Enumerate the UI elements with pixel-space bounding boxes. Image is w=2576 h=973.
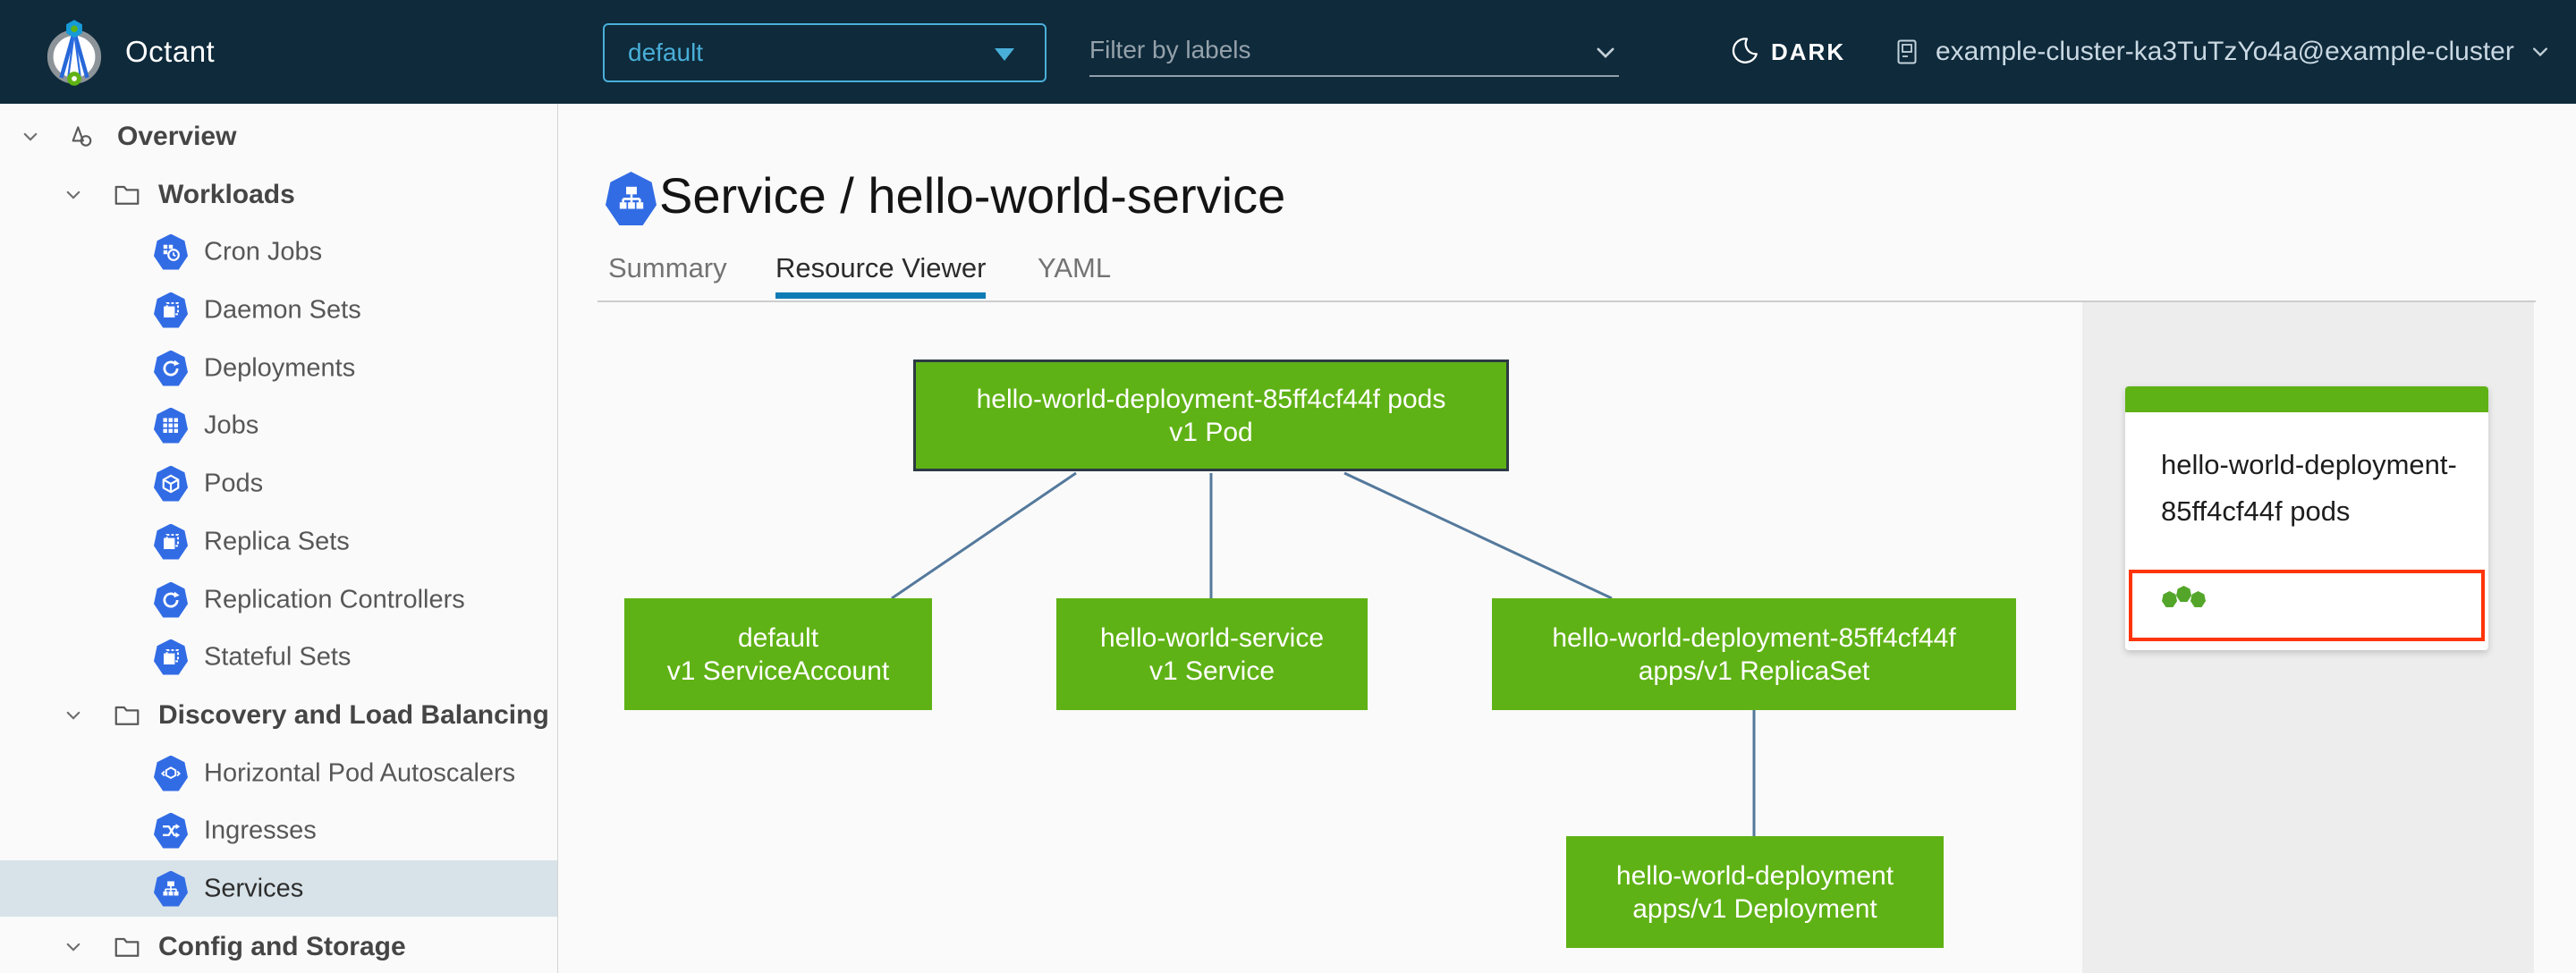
octant-app: Octant default DARK example-cluster-ka3T… [0, 0, 2576, 973]
sidebar-item-label: Config and Storage [158, 931, 406, 961]
node-name: hello-world-deployment-85ff4cf44f [1552, 622, 1956, 653]
daemon-sets-icon [154, 292, 188, 328]
label-filter [1089, 27, 1619, 77]
sidebar-item-deployments[interactable]: Deployments [0, 340, 557, 396]
filter-chevron-down-icon[interactable] [1594, 41, 1617, 64]
namespace-caret-icon [995, 48, 1014, 61]
sidebar-item-pods[interactable]: Pods [0, 455, 557, 512]
pod-summary-card[interactable]: hello-world-deployment-85ff4cf44f pods [2125, 386, 2488, 650]
graph-node-serviceaccount[interactable]: default v1 ServiceAccount [624, 598, 932, 710]
hpa-icon [154, 755, 188, 791]
node-kind: v1 Service [1148, 656, 1275, 686]
cluster-icon [1891, 36, 1923, 68]
sidebar-item-label: Workloads [158, 179, 295, 209]
cron-jobs-icon [154, 233, 188, 270]
app-header: Octant default DARK example-cluster-ka3T… [0, 0, 2576, 104]
pod-status-highlight-box [2129, 570, 2485, 641]
node-kind: v1 ServiceAccount [666, 656, 890, 686]
sidebar-item-ingresses[interactable]: Ingresses [0, 802, 557, 859]
namespace-select-value: default [628, 38, 704, 66]
sidebar-item-daemon-sets[interactable]: Daemon Sets [0, 282, 557, 338]
sidebar-item-label: Pods [204, 469, 264, 497]
sidebar-item-replica-sets[interactable]: Replica Sets [0, 513, 557, 570]
node-name: hello-world-deployment [1615, 860, 1894, 891]
tab-resource-viewer[interactable]: Resource Viewer [775, 253, 987, 299]
cluster-context-menu[interactable]: example-cluster-ka3TuTzYo4a@example-clus… [1891, 0, 2550, 104]
deployments-icon [154, 350, 188, 386]
pod-status-dot[interactable] [2162, 591, 2177, 607]
namespace-select[interactable]: default [603, 23, 1046, 82]
ingresses-icon [154, 812, 188, 849]
sidebar-item-label: Services [204, 874, 304, 902]
replica-sets-icon [154, 523, 188, 560]
dark-theme-toggle[interactable]: DARK [1728, 0, 1845, 104]
pods-icon [154, 465, 188, 502]
node-kind: apps/v1 Deployment [1632, 893, 1877, 924]
pod-status-dots [2162, 586, 2206, 607]
moon-icon [1728, 36, 1760, 68]
applications-icon [68, 123, 95, 150]
services-icon [154, 870, 188, 907]
pod-status-dot[interactable] [2190, 591, 2206, 607]
chevron-down-icon[interactable] [64, 706, 82, 724]
folder-icon [114, 934, 140, 960]
detail-panel: hello-world-deployment-85ff4cf44f pods [2082, 302, 2534, 973]
sidebar-item-workloads[interactable]: Workloads [0, 166, 557, 223]
tabs-divider [597, 300, 2536, 302]
dark-theme-label: DARK [1771, 38, 1846, 65]
replication-controllers-icon [154, 581, 188, 618]
sidebar-item-label: Cron Jobs [204, 237, 323, 266]
folder-icon [114, 702, 140, 729]
sidebar-item-horizontal-pod-autoscalers[interactable]: Horizontal Pod Autoscalers [0, 745, 557, 801]
sidebar-item-services[interactable]: Services [0, 860, 557, 917]
graph-node-deployment[interactable]: hello-world-deployment apps/v1 Deploymen… [1566, 836, 1944, 948]
chevron-down-icon[interactable] [21, 128, 39, 146]
graph-node-pod[interactable]: hello-world-deployment-85ff4cf44f pods v… [913, 360, 1509, 471]
sidebar-item-jobs[interactable]: Jobs [0, 397, 557, 453]
node-kind: v1 Pod [1169, 417, 1253, 447]
app-title: Octant [125, 35, 216, 68]
sidebar-item-label: Replication Controllers [204, 585, 465, 613]
page-title: Service / hello-world-service [659, 167, 1286, 224]
sidebar-item-overview[interactable]: Overview [0, 108, 557, 165]
stateful-sets-icon [154, 639, 188, 675]
tab-yaml[interactable]: YAML [1038, 253, 1111, 292]
sidebar-item-stateful-sets[interactable]: Stateful Sets [0, 629, 557, 685]
card-status-bar [2125, 386, 2488, 412]
context-chevron-down-icon [2530, 42, 2550, 62]
tab-summary[interactable]: Summary [608, 253, 727, 292]
service-resource-icon [606, 172, 657, 225]
sidebar-item-label: Ingresses [204, 816, 317, 844]
sidebar-item-label: Discovery and Load Balancing [158, 699, 549, 730]
sidebar-item-config-and-storage[interactable]: Config and Storage [0, 918, 557, 973]
jobs-icon [154, 407, 188, 444]
sidebar-item-label: Overview [117, 121, 237, 151]
graph-node-replicaset[interactable]: hello-world-deployment-85ff4cf44f apps/v… [1492, 598, 2016, 710]
sidebar-item-label: Horizontal Pod Autoscalers [204, 758, 516, 787]
octant-logo-icon [47, 20, 102, 86]
cluster-context-label: example-cluster-ka3TuTzYo4a@example-clus… [1936, 37, 2514, 66]
node-kind: apps/v1 ReplicaSet [1638, 656, 1870, 686]
sidebar-item-label: Daemon Sets [204, 295, 361, 324]
sidebar-item-label: Jobs [204, 410, 259, 439]
pod-status-dot[interactable] [2176, 586, 2191, 602]
sidebar-item-cron-jobs[interactable]: Cron Jobs [0, 224, 557, 280]
sidebar-item-label: Deployments [204, 353, 356, 382]
card-title: hello-world-deployment-85ff4cf44f pods [2161, 449, 2457, 527]
sidebar-nav: Overview Workloads Cron Jobs Daemon Sets… [0, 104, 558, 973]
sidebar-item-replication-controllers[interactable]: Replication Controllers [0, 571, 557, 628]
node-name: default [737, 622, 819, 653]
sidebar-item-discovery-and-load-balancing[interactable]: Discovery and Load Balancing [0, 687, 557, 743]
sidebar-item-label: Replica Sets [204, 527, 350, 555]
sidebar-item-label: Stateful Sets [204, 642, 352, 671]
chevron-down-icon[interactable] [64, 938, 82, 956]
graph-node-service[interactable]: hello-world-service v1 Service [1056, 598, 1368, 710]
chevron-down-icon[interactable] [64, 186, 82, 204]
node-name: hello-world-deployment-85ff4cf44f pods [976, 384, 1446, 414]
label-filter-input[interactable] [1089, 27, 1563, 73]
node-name: hello-world-service [1099, 622, 1325, 653]
folder-icon [114, 182, 140, 208]
